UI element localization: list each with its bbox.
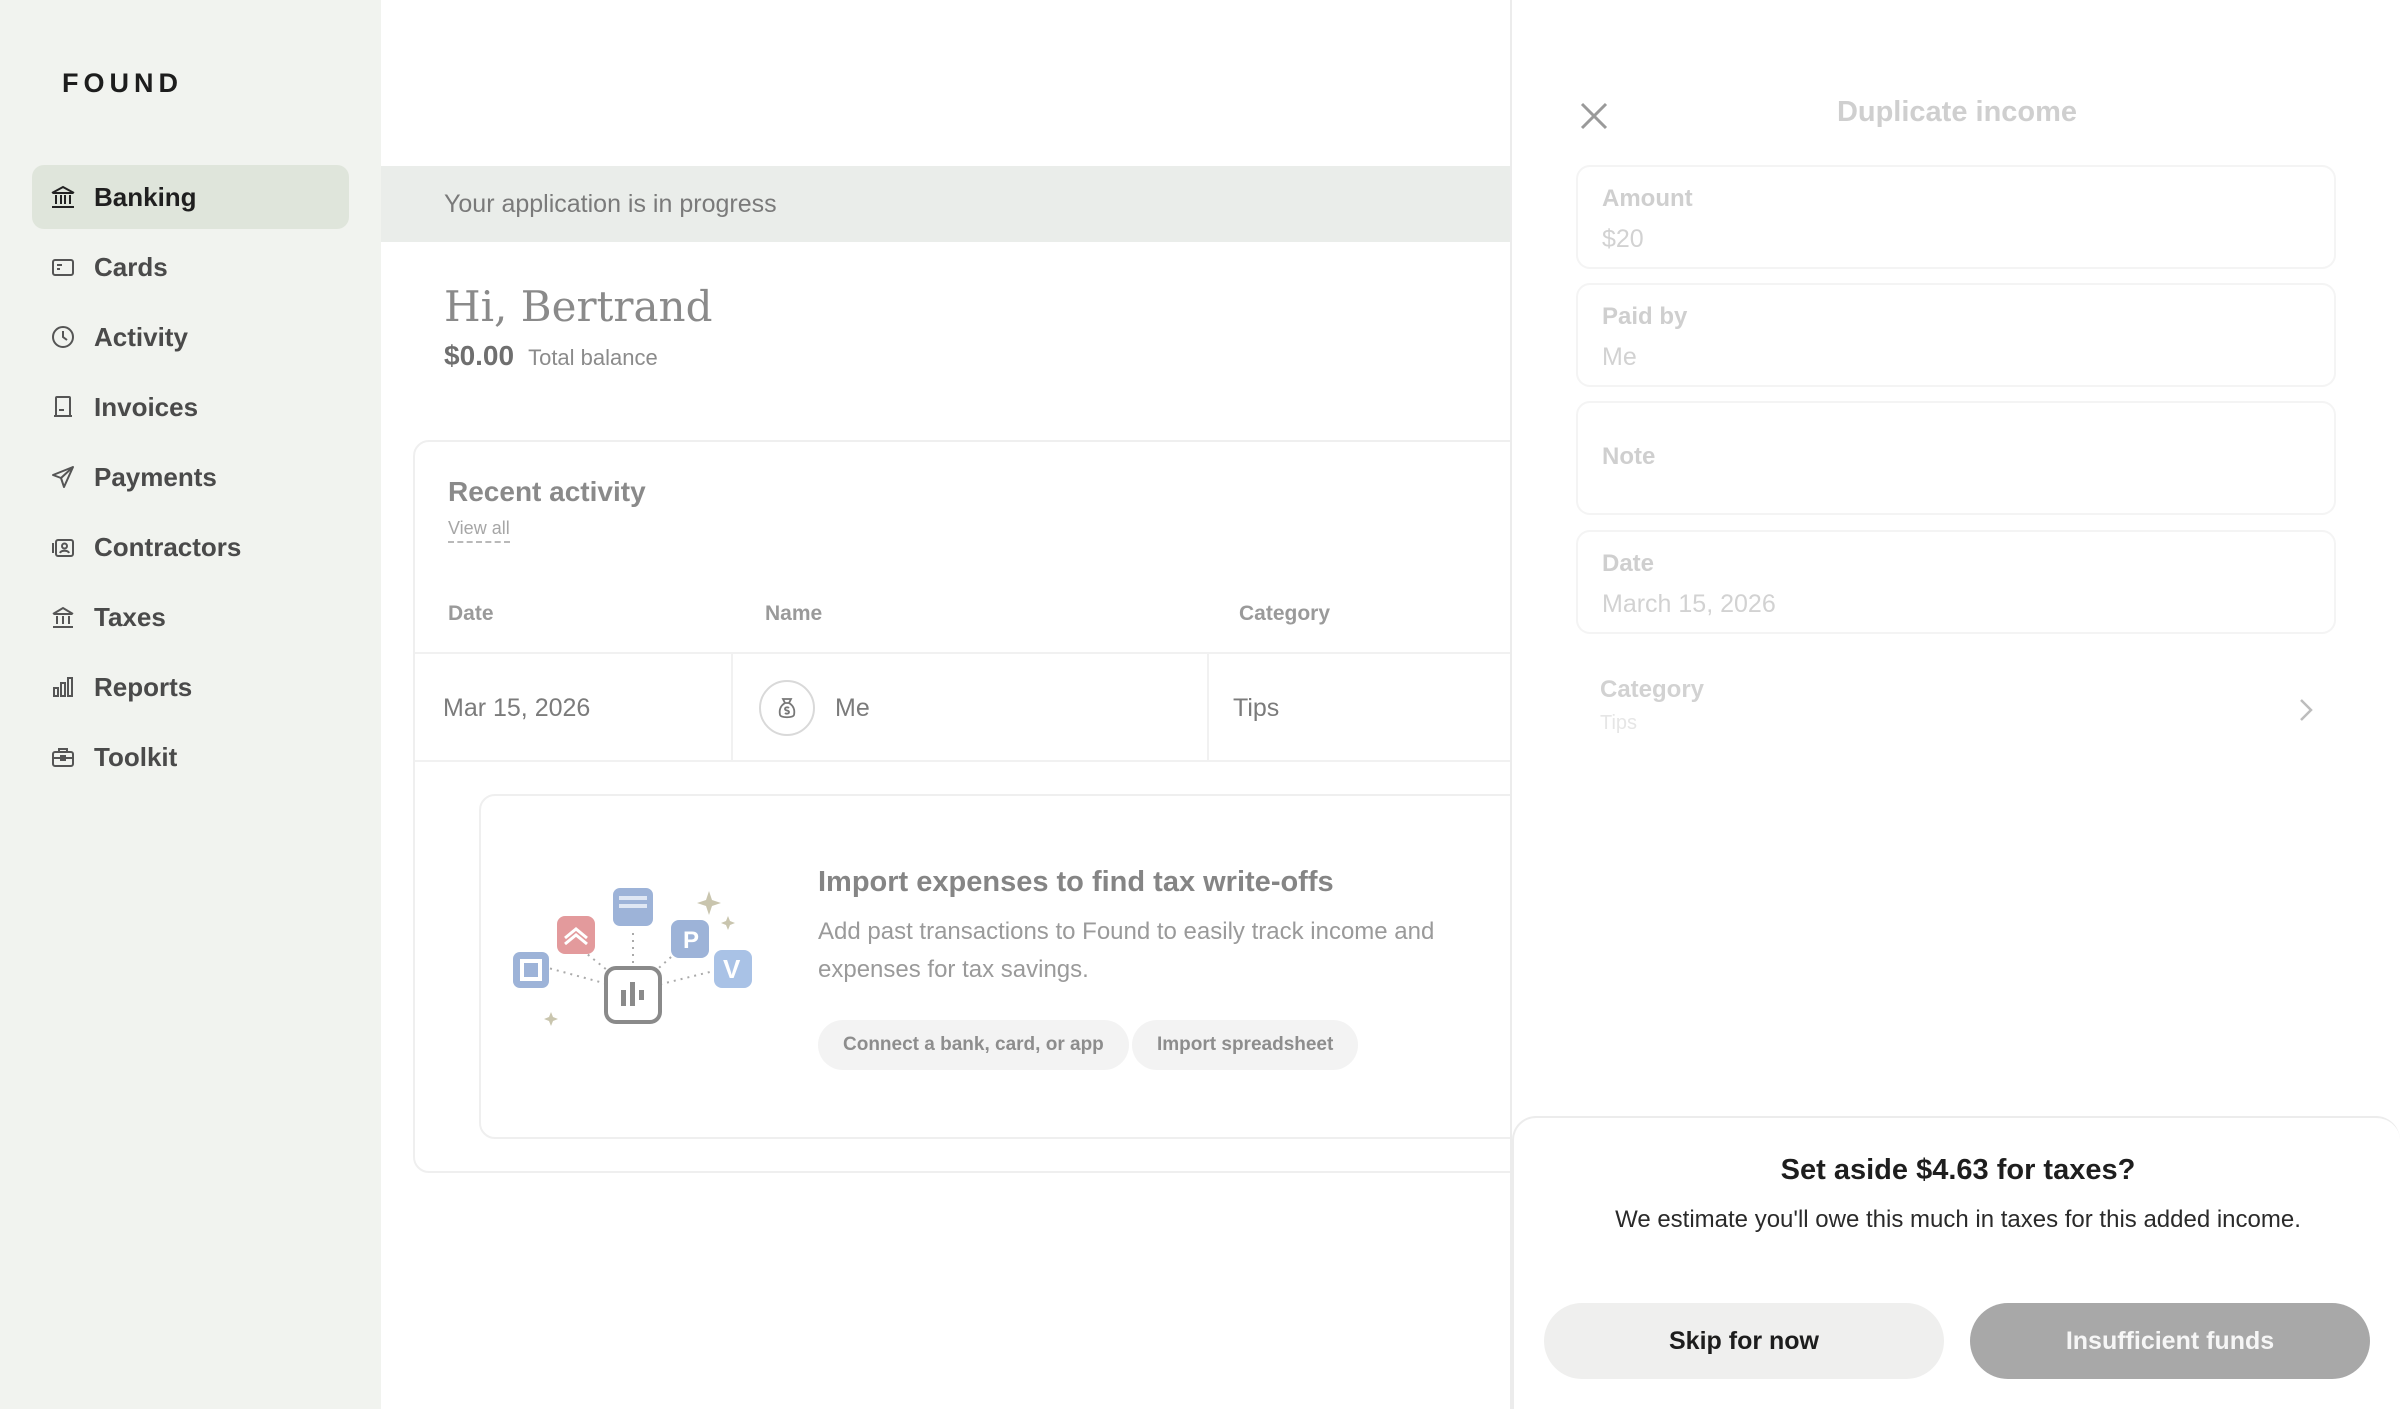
paid-by-field[interactable]: Paid by Me [1576, 283, 2336, 387]
payer-avatar [759, 680, 815, 736]
category-value: Tips [1600, 712, 1638, 734]
sidebar: FOUND Banking Cards Activity Invoices Pa… [0, 0, 381, 1409]
import-spreadsheet-button[interactable]: Import spreadsheet [1132, 1020, 1359, 1070]
sidebar-item-label: Reports [94, 671, 193, 702]
sidebar-item-label: Activity [94, 321, 188, 352]
sidebar-item-contractors[interactable]: Contractors [32, 515, 349, 579]
balance-label: Total balance [528, 345, 658, 370]
recent-activity-card: Recent activity View all Date Name Categ… [413, 440, 1579, 1173]
tax-set-aside-sheet: Set aside $4.63 for taxes? We estimate y… [1512, 1116, 2400, 1409]
contractor-icon [48, 532, 78, 562]
sidebar-item-activity[interactable]: Activity [32, 305, 349, 369]
amount-field[interactable]: Amount $20 [1576, 165, 2336, 269]
card-icon [48, 252, 78, 282]
sheet-title: Set aside $4.63 for taxes? [1780, 1154, 2136, 1186]
skip-button[interactable]: Skip for now [1544, 1303, 1944, 1379]
amount-label: Amount [1602, 185, 1693, 212]
cell-divider [1207, 654, 1209, 760]
sidebar-item-label: Taxes [94, 601, 166, 632]
chevron-right-icon [2300, 699, 2313, 721]
svg-text:V: V [723, 954, 741, 984]
import-description: Add past transactions to Found to easily… [818, 918, 1435, 983]
import-expenses-card: P V Import expenses to find tax write-of… [479, 794, 1579, 1139]
sidebar-item-label: Contractors [94, 531, 242, 562]
sidebar-item-label: Payments [94, 461, 217, 492]
amount-value: $20 [1602, 225, 1644, 253]
logo[interactable]: FOUND [62, 68, 183, 99]
connected-accounts-illustration: P V [513, 888, 752, 1026]
balance-amount: $0.00 [444, 340, 515, 371]
sidebar-nav: Banking Cards Activity Invoices Payments [32, 165, 349, 795]
date-value: March 15, 2026 [1602, 590, 1776, 618]
application-status-banner: Your application is in progress [381, 166, 1511, 242]
sheet-description: We estimate you'll owe this much in taxe… [1615, 1206, 2301, 1233]
money-bag-icon [778, 698, 796, 719]
sidebar-item-reports[interactable]: Reports [32, 655, 349, 719]
paid-by-label: Paid by [1602, 303, 1688, 330]
bank-icon [48, 182, 78, 212]
column-header-date[interactable]: Date [448, 602, 494, 626]
sidebar-item-label: Toolkit [94, 741, 178, 772]
sidebar-item-label: Cards [94, 251, 168, 282]
svg-text:P: P [683, 927, 699, 954]
row-date: Mar 15, 2026 [443, 694, 591, 722]
category-selector[interactable]: Category Tips [1576, 658, 2336, 758]
table-row[interactable]: Mar 15, 2026 Me Tips [415, 652, 1555, 762]
balance-summary: $0.00 Total balance [444, 340, 658, 372]
column-header-name[interactable]: Name [765, 602, 822, 626]
sidebar-item-cards[interactable]: Cards [32, 235, 349, 299]
category-label: Category [1600, 676, 1705, 703]
briefcase-icon [48, 742, 78, 772]
government-icon [48, 602, 78, 632]
cell-divider [731, 654, 733, 760]
column-header-category[interactable]: Category [1239, 602, 1330, 626]
sidebar-item-label: Invoices [94, 391, 199, 422]
banner-text: Your application is in progress [444, 189, 777, 218]
recent-activity-title: Recent activity [448, 476, 646, 507]
sidebar-item-toolkit[interactable]: Toolkit [32, 725, 349, 789]
insufficient-funds-button[interactable]: Insufficient funds [1970, 1303, 2370, 1379]
paid-by-value: Me [1602, 343, 1637, 371]
main-content: Your application is in progress Hi, Bert… [381, 0, 1579, 1409]
send-icon [48, 462, 78, 492]
clock-icon [48, 322, 78, 352]
row-category: Tips [1233, 694, 1280, 722]
bar-chart-icon [48, 672, 78, 702]
note-label: Note [1602, 443, 1656, 470]
connect-account-button[interactable]: Connect a bank, card, or app [818, 1020, 1129, 1070]
sidebar-item-invoices[interactable]: Invoices [32, 375, 349, 439]
date-field[interactable]: Date March 15, 2026 [1576, 530, 2336, 634]
row-name: Me [835, 694, 870, 722]
note-field[interactable]: Note [1576, 401, 2336, 515]
view-all-link[interactable]: View all [448, 518, 510, 543]
date-label: Date [1602, 550, 1655, 577]
sidebar-item-label: Banking [94, 181, 197, 212]
sidebar-item-payments[interactable]: Payments [32, 445, 349, 509]
import-title: Import expenses to find tax write-offs [818, 866, 1334, 898]
greeting: Hi, Bertrand [444, 282, 713, 331]
panel-title: Duplicate income [1836, 96, 2078, 128]
sidebar-item-taxes[interactable]: Taxes [32, 585, 349, 649]
invoice-icon [48, 392, 78, 422]
sidebar-item-banking[interactable]: Banking [32, 165, 349, 229]
